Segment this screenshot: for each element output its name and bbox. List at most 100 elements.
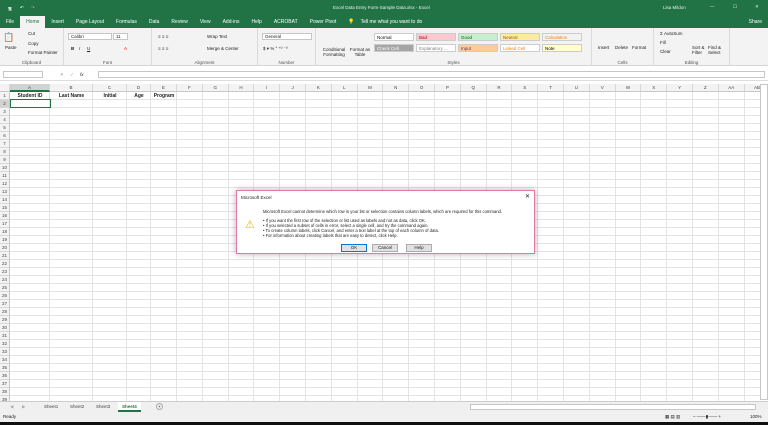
column-header[interactable]: AA (719, 84, 745, 92)
sheet-tab-sheet1[interactable]: Sheet1 (40, 402, 62, 412)
column-header[interactable]: N (383, 84, 409, 92)
column-header[interactable]: L (332, 84, 358, 92)
tab-file[interactable]: File (0, 16, 20, 28)
selected-cell-a2[interactable] (10, 99, 51, 108)
column-header[interactable]: X (641, 84, 667, 92)
tab-help[interactable]: Help (246, 16, 268, 28)
font-size-select[interactable]: 11 (113, 33, 128, 40)
dialog-close-icon[interactable]: ✕ (525, 193, 530, 200)
cell-style-input[interactable]: Input (458, 44, 498, 52)
vertical-scrollbar[interactable] (760, 84, 768, 400)
column-header[interactable]: D (127, 84, 151, 92)
cut-button[interactable]: Cut (28, 31, 35, 36)
row-header[interactable]: 38 (0, 388, 10, 396)
header-cell[interactable]: Last Name (50, 93, 93, 99)
cell-style-note[interactable]: Note (542, 44, 582, 52)
format-as-table-button[interactable]: Format as Table (349, 47, 371, 57)
column-header[interactable]: P (435, 84, 461, 92)
column-header[interactable]: C (93, 84, 127, 92)
column-header[interactable]: G (203, 84, 229, 92)
column-header[interactable]: Z (693, 84, 719, 92)
row-header[interactable]: 36 (0, 372, 10, 380)
row-header[interactable]: 21 (0, 252, 10, 260)
row-header[interactable]: 11 (0, 172, 10, 180)
cell-style-calculation[interactable]: Calculation (542, 33, 582, 41)
row-header[interactable]: 22 (0, 260, 10, 268)
column-header[interactable]: J (280, 84, 306, 92)
row-header[interactable]: 29 (0, 316, 10, 324)
clear-button[interactable]: Clear (660, 49, 671, 54)
row-header[interactable]: 31 (0, 332, 10, 340)
row-header[interactable]: 33 (0, 348, 10, 356)
tab-power-pivot[interactable]: Power Pivot (304, 16, 343, 28)
row-header[interactable]: 19 (0, 236, 10, 244)
number-format-buttons[interactable]: $ ▾ % ❜ ⁺⁰ ⁻⁰ (263, 46, 288, 52)
column-header[interactable]: Q (461, 84, 487, 92)
align-h-icons[interactable]: ≡ ≡ ≡ (158, 46, 168, 51)
underline-button[interactable]: U (87, 46, 90, 51)
cell-style-normal[interactable]: Normal (374, 33, 414, 41)
row-header[interactable]: 5 (0, 124, 10, 132)
column-header[interactable]: H (229, 84, 255, 92)
tab-data[interactable]: Data (143, 16, 166, 28)
row-header[interactable]: 25 (0, 284, 10, 292)
row-header[interactable]: 37 (0, 380, 10, 388)
row-header[interactable]: 4 (0, 116, 10, 124)
row-header[interactable]: 17 (0, 220, 10, 228)
column-header[interactable]: Y (667, 84, 693, 92)
column-header[interactable]: T (538, 84, 564, 92)
ok-button[interactable]: OK (341, 244, 367, 252)
column-header[interactable]: M (358, 84, 384, 92)
row-header[interactable]: 14 (0, 196, 10, 204)
italic-button[interactable]: I (79, 46, 80, 51)
number-format-select[interactable]: General (262, 33, 312, 40)
font-color-button[interactable]: A (124, 46, 127, 51)
tab-insert[interactable]: Insert (45, 16, 70, 28)
fill-button[interactable]: Fill (660, 40, 666, 45)
header-cell[interactable]: Initial (93, 93, 127, 99)
format-button[interactable]: Format (632, 45, 646, 50)
row-header[interactable]: 12 (0, 180, 10, 188)
row-header[interactable]: 32 (0, 340, 10, 348)
column-header[interactable]: I (254, 84, 280, 92)
user-name[interactable]: Lisa Mildon (663, 5, 686, 10)
cell-style-good[interactable]: Good (458, 33, 498, 41)
tab-view[interactable]: View (194, 16, 217, 28)
column-header[interactable]: S (512, 84, 538, 92)
column-header[interactable]: K (306, 84, 332, 92)
column-header[interactable]: W (616, 84, 642, 92)
row-header[interactable]: 28 (0, 308, 10, 316)
find-select-button[interactable]: Find & Select (708, 45, 724, 55)
align-icons[interactable]: ≡ ≡ ≡ (158, 34, 168, 39)
row-header[interactable]: 26 (0, 292, 10, 300)
column-header[interactable]: B (50, 84, 93, 92)
format-painter-button[interactable]: Format Painter (28, 50, 58, 55)
zoom-slider[interactable]: – ——▮—— + (693, 412, 721, 422)
header-cell[interactable]: Program (151, 93, 177, 99)
enter-icon[interactable]: ✓ (70, 72, 74, 78)
delete-button[interactable]: Delete (615, 45, 628, 50)
formula-input[interactable] (98, 71, 765, 78)
zoom-level[interactable]: 100% (750, 412, 762, 422)
cell-style-bad[interactable]: Bad (416, 33, 456, 41)
insert-button[interactable]: Insert (598, 45, 609, 50)
font-name-select[interactable]: Calibri (68, 33, 112, 40)
row-header[interactable]: 3 (0, 108, 10, 116)
tab-review[interactable]: Review (165, 16, 193, 28)
bold-button[interactable]: B (71, 46, 74, 51)
conditional-formatting-button[interactable]: Conditional Formatting (320, 47, 348, 57)
tell-me-box[interactable]: Tell me what you want to do (361, 16, 429, 28)
row-header[interactable]: 15 (0, 204, 10, 212)
close-icon[interactable]: ✕ (755, 4, 759, 10)
row-header[interactable]: 30 (0, 324, 10, 332)
autosum-button[interactable]: Σ AutoSum (660, 31, 683, 36)
copy-button[interactable]: Copy (28, 41, 39, 46)
new-sheet-button[interactable]: + (156, 403, 163, 410)
row-header[interactable]: 24 (0, 276, 10, 284)
column-header[interactable]: O (409, 84, 435, 92)
paste-button[interactable]: Paste (5, 45, 17, 50)
cancel-button[interactable]: Cancel (372, 244, 398, 252)
view-buttons[interactable]: ▦ ▤ ▥ (665, 412, 680, 422)
column-header[interactable]: V (590, 84, 616, 92)
column-header[interactable]: R (487, 84, 513, 92)
